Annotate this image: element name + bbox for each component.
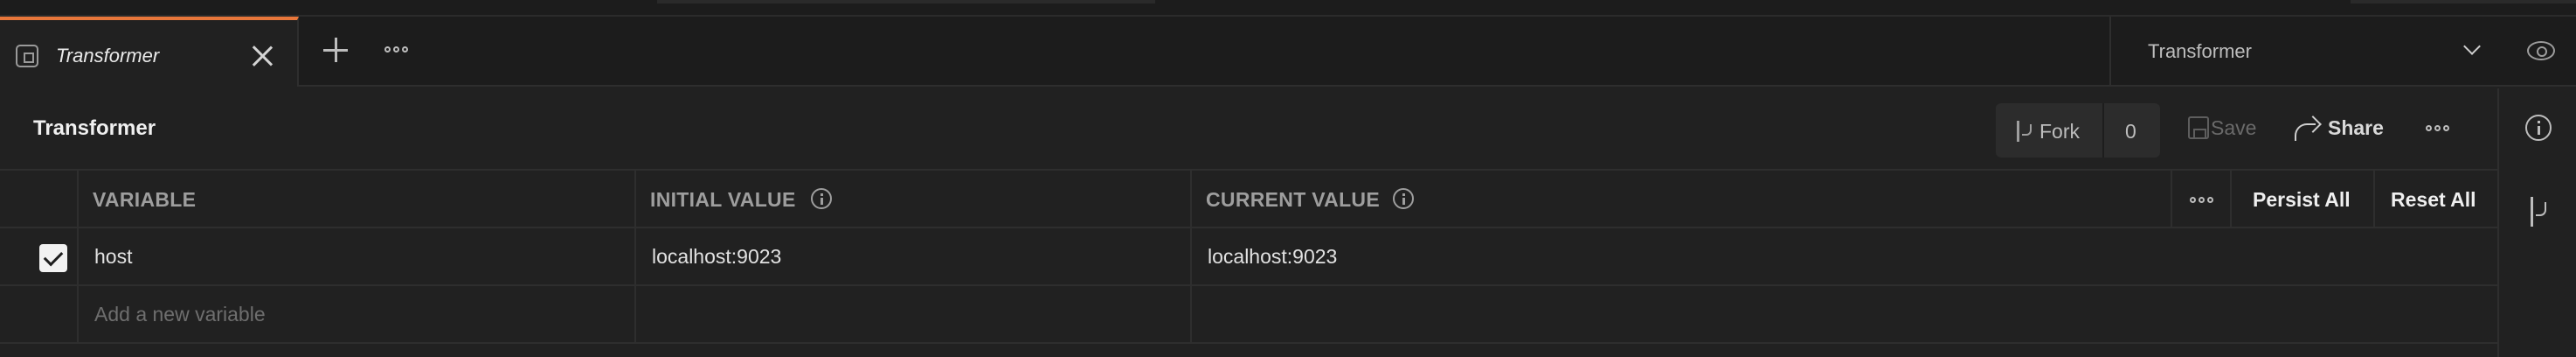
variables-table: VARIABLE INITIAL VALUE CURRENT VALUE Per… <box>0 171 2497 357</box>
page-title: Transformer <box>33 116 156 140</box>
info-icon[interactable] <box>1393 188 1414 209</box>
add-variable-input[interactable]: Add a new variable <box>94 303 266 326</box>
share-label: Share <box>2328 116 2384 139</box>
share-button[interactable]: Share <box>2293 113 2398 144</box>
tab-options-icon[interactable] <box>384 46 408 52</box>
share-icon <box>2293 116 2319 141</box>
top-strip <box>0 0 2576 17</box>
info-icon[interactable] <box>811 188 832 209</box>
fork-count[interactable]: 0 <box>2125 120 2136 144</box>
tab-label: Transformer <box>56 45 160 66</box>
fork-icon[interactable] <box>2529 197 2548 227</box>
top-ghost-bar-right <box>2351 0 2576 4</box>
column-options-icon[interactable] <box>2190 197 2213 203</box>
page-header: Transformer Fork 0 Save Share <box>0 88 2497 171</box>
column-header-variable: VARIABLE <box>93 188 197 211</box>
variable-cell[interactable]: host <box>94 245 132 269</box>
environment-selector[interactable]: Transformer <box>2109 17 2525 85</box>
fork-icon <box>2015 121 2032 142</box>
column-header-initial-value: INITIAL VALUE <box>650 188 796 211</box>
table-header-row: VARIABLE INITIAL VALUE CURRENT VALUE Per… <box>0 171 2497 228</box>
current-value-cell[interactable]: localhost:9023 <box>1208 245 1337 269</box>
tab-transformer[interactable]: Transformer <box>0 17 299 87</box>
fork-group: Fork 0 <box>1996 103 2160 158</box>
fork-button[interactable]: Fork <box>1996 103 2104 158</box>
right-sidebar <box>2497 88 2576 357</box>
save-icon <box>2188 116 2209 139</box>
close-icon[interactable] <box>251 45 274 67</box>
eye-icon[interactable] <box>2527 41 2555 60</box>
environment-icon <box>16 45 38 67</box>
new-variable-row: Add a new variable <box>0 286 2497 344</box>
more-options-icon[interactable] <box>2426 125 2449 131</box>
persist-all-button[interactable]: Persist All <box>2253 188 2351 212</box>
top-ghost-bar <box>657 0 1155 4</box>
tab-bar: Transformer Transformer <box>0 17 2576 87</box>
new-tab-plus-icon[interactable] <box>323 38 348 62</box>
row-enabled-checkbox[interactable] <box>39 244 67 272</box>
fork-label: Fork <box>2039 120 2080 143</box>
initial-value-cell[interactable]: localhost:9023 <box>652 245 781 269</box>
save-button[interactable]: Save <box>2188 113 2275 144</box>
chevron-down-icon <box>2463 38 2481 55</box>
info-icon[interactable] <box>2525 115 2552 141</box>
save-label: Save <box>2211 116 2257 139</box>
column-header-current-value: CURRENT VALUE <box>1206 188 1380 211</box>
reset-all-button[interactable]: Reset All <box>2391 188 2476 212</box>
table-row: host localhost:9023 localhost:9023 <box>0 228 2497 286</box>
environment-selector-label: Transformer <box>2148 40 2252 62</box>
